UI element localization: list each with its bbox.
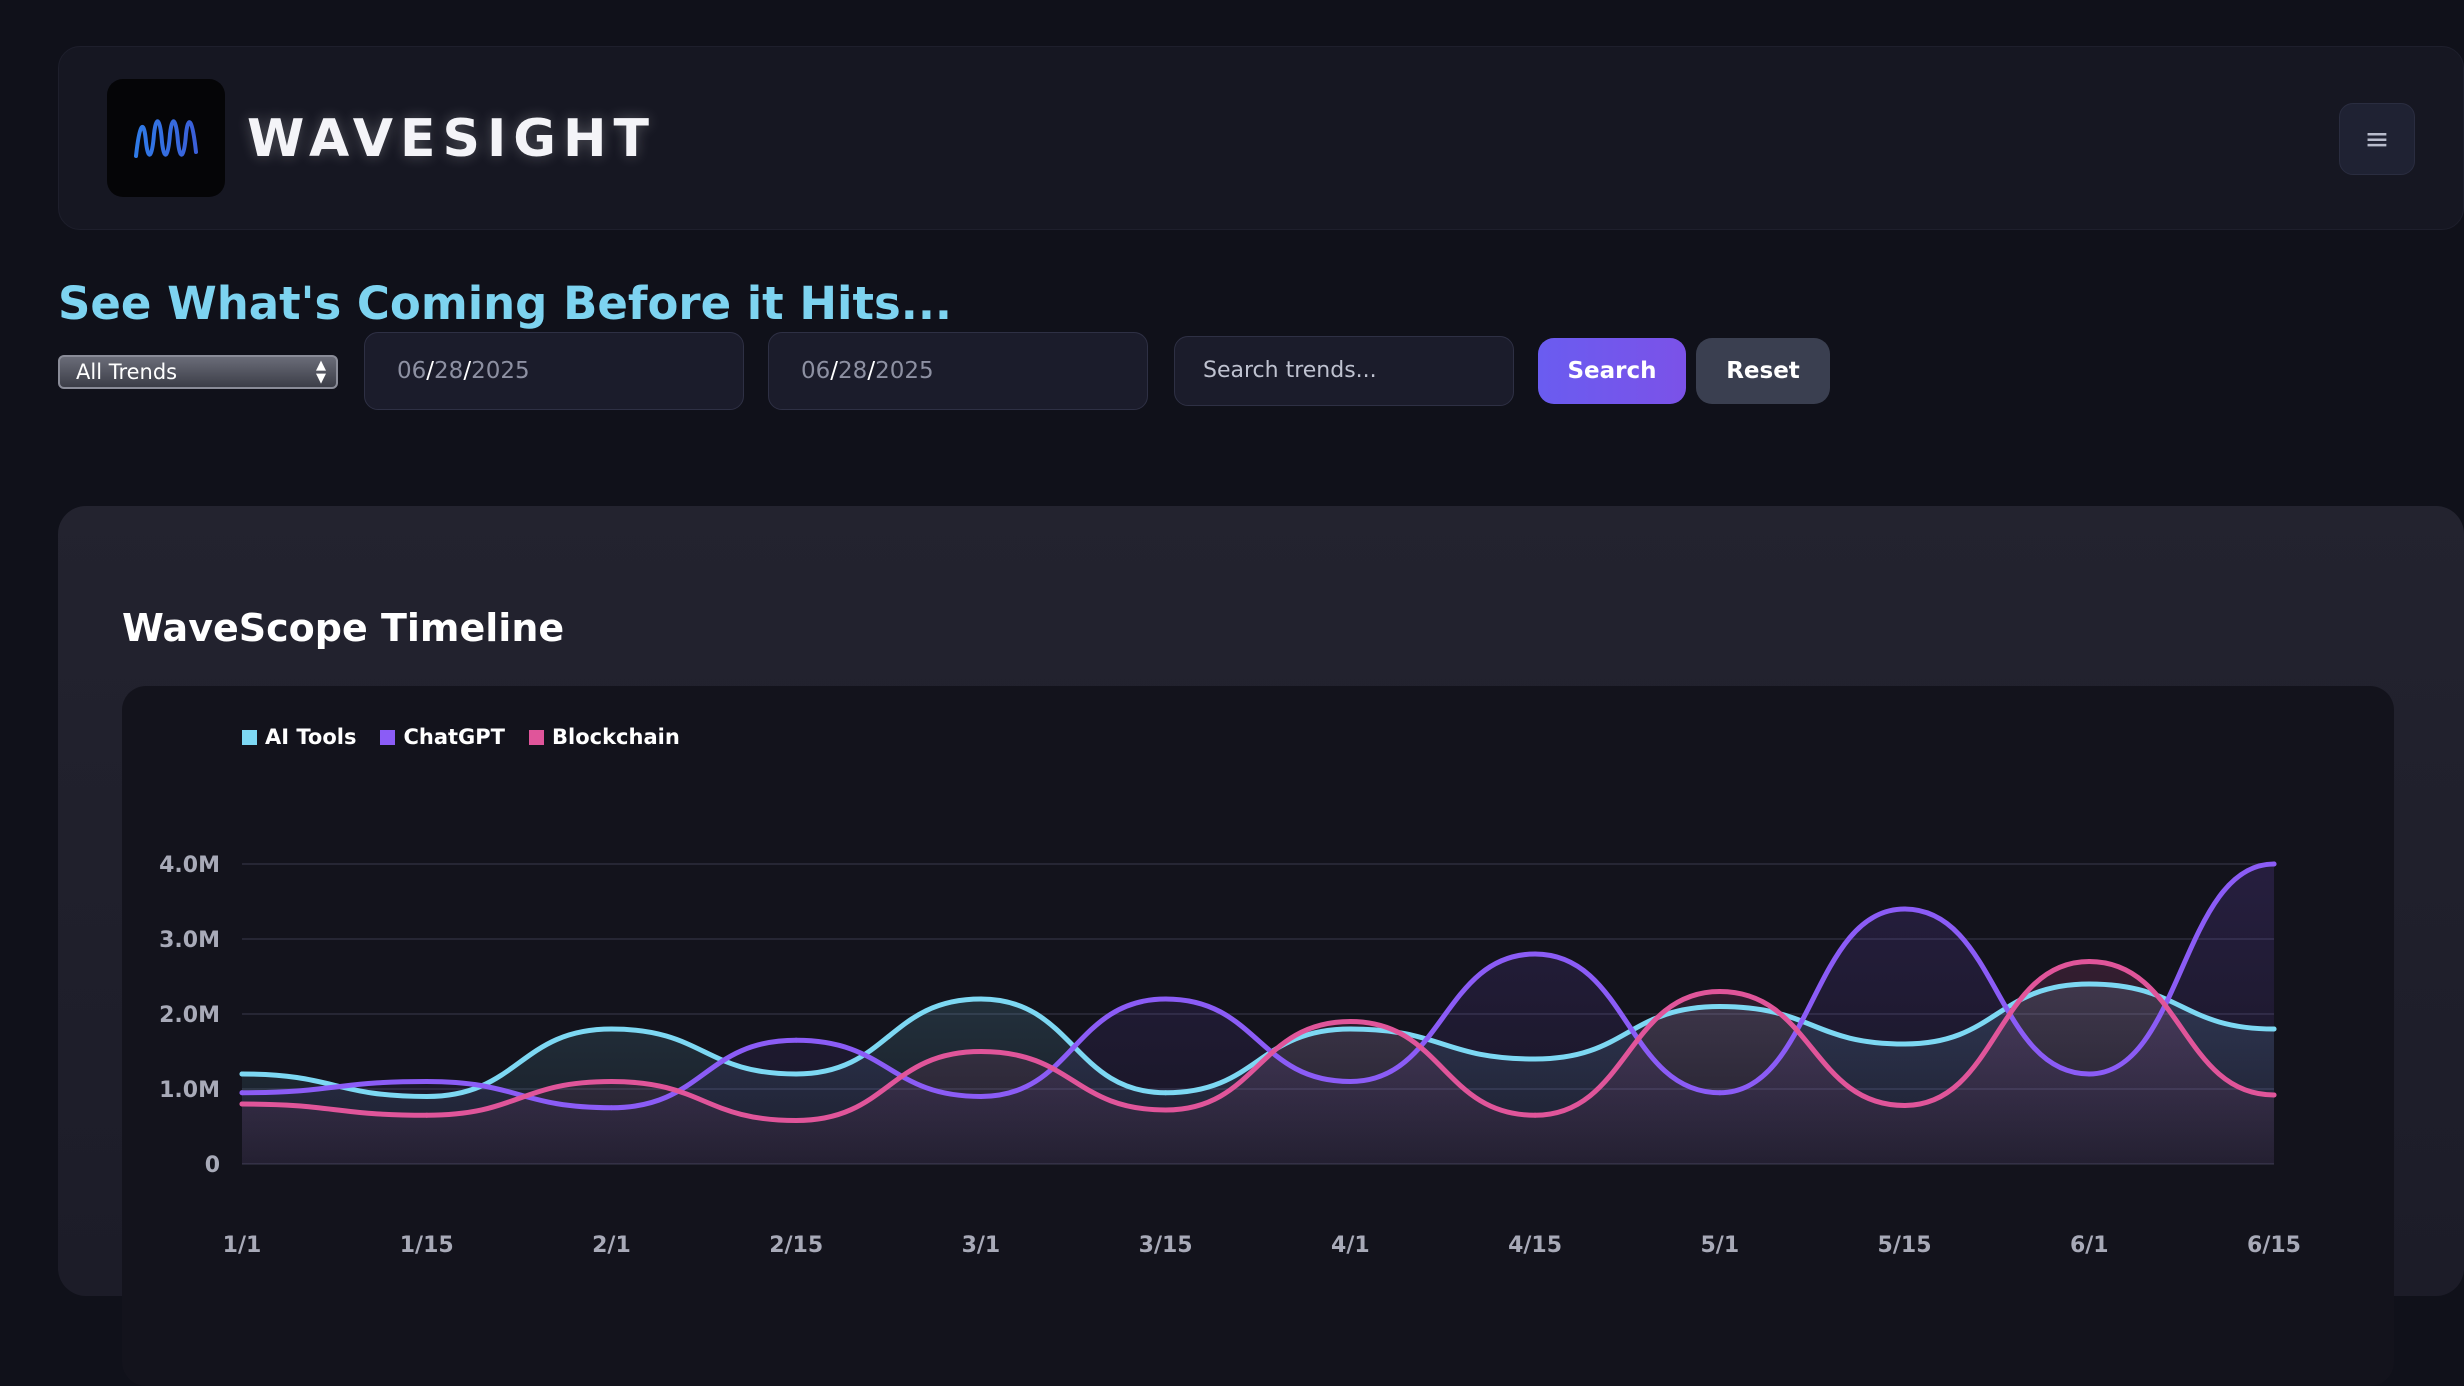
chart-title: WaveScope Timeline <box>122 606 565 650</box>
data-point-chatgpt <box>1717 1090 1723 1096</box>
end-date-input[interactable]: 06/28/2025 <box>768 332 1148 410</box>
data-point-blockchain <box>1347 1019 1353 1024</box>
data-point-ai-tools <box>1347 1026 1353 1032</box>
data-point-ai-tools <box>1532 1056 1538 1062</box>
data-point-ai-tools <box>1163 1090 1169 1096</box>
x-tick-label: 5/15 <box>1878 1233 1932 1258</box>
data-point-chatgpt <box>2086 1071 2092 1077</box>
x-tick-label: 4/1 <box>1331 1233 1370 1258</box>
selected-option: All Trends <box>76 360 178 384</box>
reset-button[interactable]: Reset <box>1696 338 1830 404</box>
data-point-chatgpt <box>1532 951 1538 957</box>
app-header: WAVESIGHT ≡ <box>58 46 2464 230</box>
data-point-chatgpt <box>424 1079 430 1084</box>
logo[interactable] <box>107 79 225 197</box>
data-point-blockchain <box>1902 1103 1908 1108</box>
data-point-blockchain <box>1717 989 1723 994</box>
x-tick-label: 6/15 <box>2247 1233 2301 1258</box>
data-point-blockchain <box>239 1101 245 1107</box>
search-button[interactable]: Search <box>1538 338 1686 404</box>
data-point-ai-tools <box>239 1071 245 1077</box>
x-tick-label: 4/15 <box>1508 1233 1562 1258</box>
end-day: 28 <box>838 358 868 384</box>
trend-category-select[interactable]: All Trends ▲ ▼ <box>58 355 338 389</box>
y-tick-label: 4.0M <box>159 853 220 878</box>
tagline: See What's Coming Before it Hits... <box>58 277 953 330</box>
x-tick-label: 2/1 <box>592 1233 631 1258</box>
data-point-ai-tools <box>424 1094 430 1099</box>
y-tick-label: 2.0M <box>159 1003 220 1028</box>
data-point-chatgpt <box>1347 1079 1353 1084</box>
data-point-ai-tools <box>978 996 984 1002</box>
start-date-input[interactable]: 06/28/2025 <box>364 332 744 410</box>
x-tick-label: 3/15 <box>1139 1233 1193 1258</box>
menu-button[interactable]: ≡ <box>2339 103 2415 175</box>
timeline-panel: WaveScope Timeline AI Tools ChatGPT Blockc… <box>58 506 2464 1386</box>
data-point-chatgpt <box>978 1094 984 1099</box>
data-point-blockchain <box>2086 959 2092 964</box>
y-tick-label: 3.0M <box>159 928 220 953</box>
data-point-chatgpt <box>1163 996 1169 1002</box>
data-point-blockchain <box>978 1049 984 1054</box>
hamburger-menu-icon: ≡ <box>2364 121 2390 157</box>
x-tick-label: 2/15 <box>769 1233 823 1258</box>
end-year: 2025 <box>875 358 934 384</box>
x-tick-label: 1/1 <box>223 1233 262 1258</box>
data-point-ai-tools <box>2271 1026 2277 1032</box>
x-tick-label: 1/15 <box>400 1233 454 1258</box>
start-day: 28 <box>434 358 464 384</box>
start-month: 06 <box>397 358 427 384</box>
data-point-blockchain <box>1532 1112 1538 1118</box>
data-point-ai-tools <box>793 1071 799 1077</box>
x-tick-label: 5/1 <box>1700 1233 1739 1258</box>
data-point-blockchain <box>2271 1092 2277 1098</box>
data-point-blockchain <box>793 1118 799 1123</box>
end-month: 06 <box>801 358 831 384</box>
chart-container: AI Tools ChatGPT Blockchain 0 1.0M 2.0M 3.0M 4… <box>122 686 2394 1386</box>
y-tick-label: 1.0M <box>159 1078 220 1103</box>
data-point-chatgpt <box>239 1090 245 1096</box>
data-point-blockchain <box>1163 1107 1169 1113</box>
data-point-ai-tools <box>1717 1004 1723 1009</box>
data-point-blockchain <box>424 1112 430 1118</box>
wave-logo-icon <box>134 119 198 158</box>
x-tick-label: 3/1 <box>962 1233 1001 1258</box>
search-input[interactable]: Search trends... <box>1174 336 1514 406</box>
data-point-ai-tools <box>608 1026 614 1032</box>
data-point-chatgpt <box>793 1037 799 1043</box>
x-tick-label: 6/1 <box>2070 1233 2109 1258</box>
y-tick-label: 0 <box>205 1153 220 1178</box>
data-point-chatgpt <box>1902 906 1908 912</box>
data-point-ai-tools <box>2086 981 2092 987</box>
brand-name: WAVESIGHT <box>247 109 656 169</box>
select-arrows-icon: ▲ ▼ <box>316 358 326 386</box>
data-point-blockchain <box>608 1079 614 1084</box>
data-point-ai-tools <box>1902 1041 1908 1047</box>
data-point-chatgpt <box>608 1105 614 1111</box>
start-year: 2025 <box>471 358 530 384</box>
timeline-chart: 0 1.0M 2.0M 3.0M 4.0M 1/1 1/15 2/1 2/15 3/1 3/15 4/… <box>159 853 2301 1258</box>
data-point-chatgpt <box>2271 861 2277 867</box>
